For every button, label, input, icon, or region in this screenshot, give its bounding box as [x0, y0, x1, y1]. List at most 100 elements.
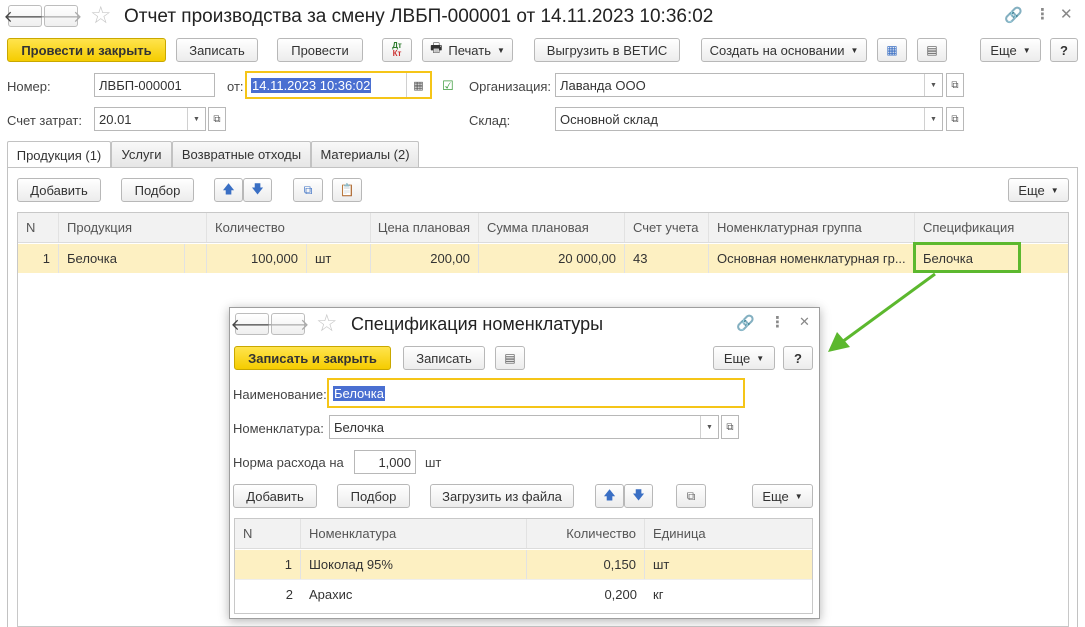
date-label: от: [227, 79, 244, 94]
save-and-close-button[interactable]: Записать и закрыть [234, 346, 391, 370]
dialog-add-button[interactable]: Добавить [233, 484, 317, 508]
forward-button[interactable]: 🡒 [40, 5, 82, 27]
column-header[interactable]: Сумма плановая [479, 213, 625, 242]
account-cell[interactable]: 43 [625, 244, 709, 273]
dialog-back-button[interactable]: 🡐 [231, 313, 273, 335]
table-row[interactable]: 1 Белочка 100,000 шт 200,00 20 000,00 43… [18, 244, 1068, 273]
organization-field[interactable]: Лаванда ООО ▼ [555, 73, 943, 97]
check-doc-icon[interactable]: ☑ [442, 78, 454, 94]
move-up-icon[interactable]: 🡅 [214, 178, 243, 202]
specification-highlight [913, 242, 1021, 273]
more-button[interactable]: Еще ▼ [980, 38, 1041, 62]
column-header[interactable]: Спецификация [915, 213, 1068, 242]
dropdown-arrow-icon[interactable]: ▼ [924, 108, 942, 130]
export-vetis-button[interactable]: Выгрузить в ВЕТИС [534, 38, 680, 62]
product-cell[interactable]: Белочка [59, 244, 185, 273]
unit-cell[interactable]: кг [645, 580, 812, 608]
column-header[interactable]: Счет учета [625, 213, 709, 242]
tab-returnable-waste[interactable]: Возвратные отходы [172, 141, 311, 167]
arrow-right-icon: 🡒 [39, 8, 83, 26]
column-header[interactable]: N [18, 213, 59, 242]
open-cost-account-icon[interactable]: ⧉ [208, 107, 226, 131]
column-header[interactable]: Цена плановая [371, 213, 479, 242]
help-button[interactable]: ? [1050, 38, 1078, 62]
warehouse-field[interactable]: Основной склад ▼ [555, 107, 943, 131]
item-field[interactable]: Белочка ▼ [329, 415, 719, 439]
dialog-more-button[interactable]: Еще ▼ [713, 346, 775, 370]
name-field[interactable]: Белочка [327, 378, 745, 408]
save-button[interactable]: Записать [176, 38, 258, 62]
copy-icon[interactable]: ⧉ [293, 178, 323, 202]
dialog-forward-button[interactable]: 🡒 [267, 313, 309, 335]
column-header[interactable]: Количество [207, 213, 371, 242]
unit-cell[interactable]: шт [307, 244, 371, 273]
table-row[interactable]: 1 Шоколад 95% 0,150 шт [235, 550, 812, 579]
date-field[interactable]: 14.11.2023 10:36:02 ▦ [245, 71, 432, 99]
dialog-report-list-icon[interactable]: ▤ [495, 346, 525, 370]
paste-icon[interactable]: 📋 [332, 178, 362, 202]
table-more-button[interactable]: Еще ▼ [1008, 178, 1069, 202]
report-list-icon[interactable]: ▤ [917, 38, 947, 62]
dialog-close-icon[interactable]: ✕ [799, 314, 810, 330]
close-icon[interactable]: ✕ [1060, 5, 1073, 23]
organization-label: Организация: [469, 79, 552, 94]
quantity-cell[interactable]: 0,200 [527, 580, 645, 608]
quantity-cell[interactable]: 0,150 [527, 550, 645, 579]
dialog-pick-button[interactable]: Подбор [337, 484, 410, 508]
pick-button[interactable]: Подбор [121, 178, 194, 202]
move-down-icon[interactable]: 🡇 [243, 178, 272, 202]
dialog-more-dots-icon[interactable]: ⋮ [770, 313, 785, 331]
number-field[interactable]: ЛВБП-000001 [94, 73, 215, 97]
create-based-on-button[interactable]: Создать на основании ▼ [701, 38, 867, 62]
material-cell[interactable]: Шоколад 95% [301, 550, 527, 579]
cost-account-field[interactable]: 20.01 ▼ [94, 107, 206, 131]
column-header[interactable]: Количество [527, 519, 645, 548]
price-cell[interactable]: 200,00 [371, 244, 479, 273]
product-group-cell[interactable]: Основная номенклатурная гр... [709, 244, 915, 273]
open-warehouse-icon[interactable]: ⧉ [946, 107, 964, 131]
chevron-down-icon: ▼ [1022, 45, 1031, 55]
dt-kt-button[interactable]: Дт Кт [382, 38, 412, 62]
post-button[interactable]: Провести [277, 38, 363, 62]
structure-icon[interactable]: ▦ [877, 38, 907, 62]
dialog-link-icon[interactable]: 🔗 [736, 314, 755, 332]
calendar-icon[interactable]: ▦ [406, 73, 430, 97]
tab-materials[interactable]: Материалы (2) [311, 141, 419, 167]
post-and-close-button[interactable]: Провести и закрыть [7, 38, 166, 62]
add-row-button[interactable]: Добавить [17, 178, 101, 202]
sum-cell[interactable]: 20 000,00 [479, 244, 625, 273]
favorite-star-icon[interactable]: ☆ [90, 4, 112, 28]
table-more-label: Еще [1018, 182, 1045, 198]
dropdown-arrow-icon[interactable]: ▼ [700, 416, 718, 438]
dialog-favorite-star-icon[interactable]: ☆ [316, 312, 338, 336]
unit-cell[interactable]: шт [645, 550, 812, 579]
more-label: Еще [990, 42, 1017, 58]
tab-products[interactable]: Продукция (1) [7, 141, 111, 168]
dialog-move-down-icon[interactable]: 🡇 [624, 484, 653, 508]
table-row[interactable]: 2 Арахис 0,200 кг [235, 579, 812, 608]
column-header[interactable]: Продукция [59, 213, 207, 242]
column-header[interactable]: Единица [645, 519, 812, 548]
load-from-file-button[interactable]: Загрузить из файла [430, 484, 574, 508]
open-item-icon[interactable]: ⧉ [721, 415, 739, 439]
dropdown-arrow-icon[interactable]: ▼ [187, 108, 205, 130]
dialog-copy-icon[interactable]: ⧉ [676, 484, 706, 508]
column-header[interactable]: Номенклатура [301, 519, 527, 548]
dialog-help-button[interactable]: ? [783, 346, 813, 370]
quantity-cell[interactable]: 100,000 [207, 244, 307, 273]
dialog-save-button[interactable]: Записать [403, 346, 485, 370]
column-header[interactable]: Номенклатурная группа [709, 213, 915, 242]
more-dots-icon[interactable]: ⋮ [1035, 5, 1050, 23]
link-icon[interactable]: 🔗 [1004, 6, 1023, 24]
norm-field[interactable]: 1,000 [354, 450, 416, 474]
dialog-table-more-button[interactable]: Еще ▼ [752, 484, 813, 508]
back-button[interactable]: 🡐 [4, 5, 46, 27]
column-header[interactable]: N [235, 519, 301, 548]
material-cell[interactable]: Арахис [301, 580, 527, 608]
print-button[interactable]: 🖶 Печать ▼ [422, 38, 513, 62]
open-organization-icon[interactable]: ⧉ [946, 73, 964, 97]
tab-services[interactable]: Услуги [111, 141, 172, 167]
dropdown-arrow-icon[interactable]: ▼ [924, 74, 942, 96]
number-label: Номер: [7, 79, 51, 94]
dialog-move-up-icon[interactable]: 🡅 [595, 484, 624, 508]
